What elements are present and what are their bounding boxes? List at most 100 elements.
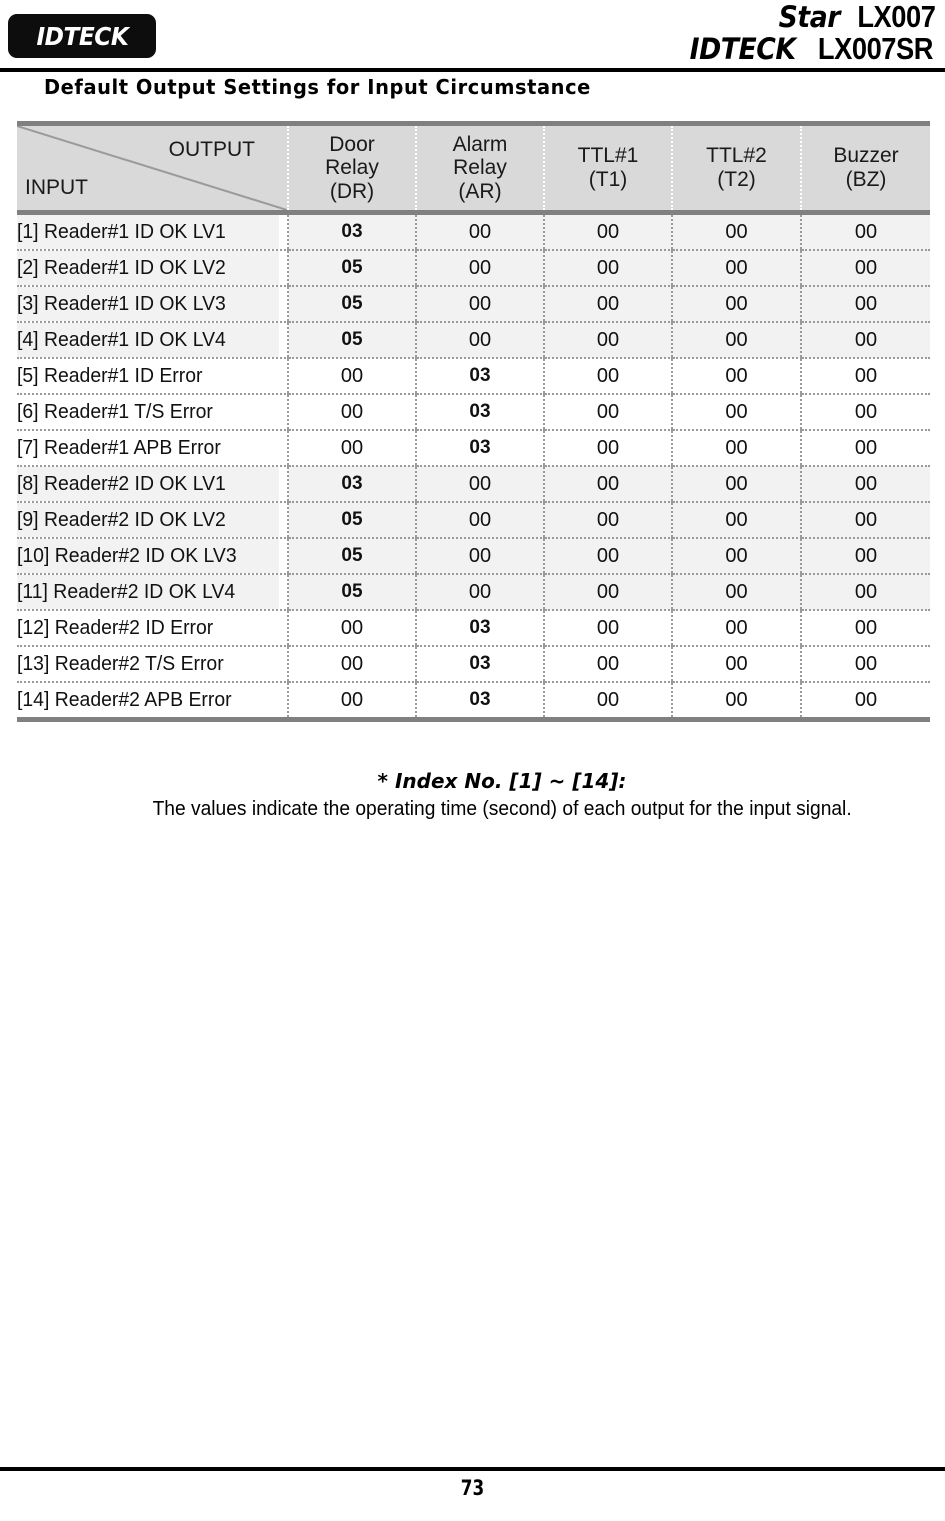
cell-ttl1: 00 (543, 646, 672, 683)
footnote-lead: * Index No. [1] ~ [14]: (377, 769, 627, 793)
header-divider (0, 68, 945, 72)
cell-door-relay: 00 (287, 682, 416, 717)
default-output-settings-table: OUTPUT INPUT Door Relay (DR) Alarm Relay… (17, 121, 930, 722)
header-ttl1-l2: (T1) (588, 168, 628, 191)
row-input-label: [12] Reader#2 ID Error (17, 610, 280, 647)
cell-ttl1: 00 (543, 502, 672, 539)
idteck-logo: IDTECK (8, 14, 156, 58)
header-buzzer-l2: (BZ) (845, 168, 887, 191)
cell-alarm-relay: 03 (415, 646, 544, 683)
cell-door-relay: 05 (287, 538, 416, 575)
cell-buzzer: 00 (800, 250, 930, 287)
star-wordmark: Star (778, 0, 841, 34)
cell-alarm-relay: 00 (415, 286, 544, 323)
table-bottom-border (17, 717, 930, 722)
table-row: [1] Reader#1 ID OK LV1 03 00 00 00 00 (17, 212, 930, 251)
cell-door-relay: 05 (287, 574, 416, 611)
row-input-label: [10] Reader#2 ID OK LV3 (17, 538, 280, 575)
cell-alarm-relay: 00 (415, 574, 544, 611)
model-identifier-block: Star LX007 IDTECK LX007SR (685, 1, 941, 64)
row-input-label: [6] Reader#1 T/S Error (17, 394, 280, 431)
row-input-label: [2] Reader#1 ID OK LV2 (17, 250, 280, 287)
cell-door-relay: 03 (287, 212, 416, 251)
header-door-relay-l2: Relay (325, 156, 379, 180)
cell-buzzer: 00 (800, 466, 930, 503)
cell-door-relay: 00 (287, 610, 416, 647)
cell-buzzer: 00 (800, 610, 930, 647)
cell-ttl2: 00 (671, 286, 801, 323)
model-lx007: LX007 (857, 0, 936, 34)
cell-ttl1: 00 (543, 466, 672, 503)
footnote: * Index No. [1] ~ [14]: The values indic… (62, 768, 942, 823)
cell-alarm-relay: 03 (415, 430, 544, 467)
cell-ttl1: 00 (543, 286, 672, 323)
cell-ttl2: 00 (671, 430, 801, 467)
cell-ttl2: 00 (671, 502, 801, 539)
cell-door-relay: 00 (287, 358, 416, 395)
cell-alarm-relay: 03 (415, 610, 544, 647)
cell-ttl1: 00 (543, 250, 672, 287)
table-row: [2] Reader#1 ID OK LV2 05 00 00 00 00 (17, 250, 930, 287)
cell-buzzer: 00 (800, 574, 930, 611)
cell-ttl2: 00 (671, 394, 801, 431)
cell-alarm-relay: 00 (415, 466, 544, 503)
row-input-label: [9] Reader#2 ID OK LV2 (17, 502, 280, 539)
header-alarm-relay-l3: (AR) (458, 179, 502, 203)
cell-ttl2: 00 (671, 466, 801, 503)
header-door-relay-l1: Door (329, 132, 375, 156)
footer-divider (0, 1467, 945, 1471)
header-door-relay: Door Relay (DR) (287, 121, 416, 215)
cell-buzzer: 00 (800, 682, 930, 717)
cell-ttl2: 00 (671, 574, 801, 611)
cell-ttl2: 00 (671, 682, 801, 717)
cell-alarm-relay: 00 (415, 502, 544, 539)
idteck-wordmark: IDTECK (689, 31, 796, 66)
cell-ttl1: 00 (543, 358, 672, 395)
cell-ttl1: 00 (543, 212, 672, 251)
row-input-label: [8] Reader#2 ID OK LV1 (17, 466, 280, 503)
cell-buzzer: 00 (800, 322, 930, 359)
cell-alarm-relay: 03 (415, 394, 544, 431)
cell-alarm-relay: 03 (415, 358, 544, 395)
header-alarm-relay-l1: Alarm (452, 132, 508, 156)
cell-buzzer: 00 (800, 212, 930, 251)
cell-door-relay: 05 (287, 286, 416, 323)
cell-alarm-relay: 00 (415, 322, 544, 359)
model-line-star-lx007: Star LX007 (685, 1, 941, 33)
cell-buzzer: 00 (800, 430, 930, 467)
cell-ttl2: 00 (671, 250, 801, 287)
model-line-idteck-lx007sr: IDTECK LX007SR (685, 31, 941, 66)
cell-ttl2: 00 (671, 646, 801, 683)
header-ttl2: TTL#2 (T2) (671, 121, 801, 215)
header-buzzer: Buzzer (BZ) (800, 121, 930, 215)
cell-buzzer: 00 (800, 394, 930, 431)
header-buzzer-l1: Buzzer (833, 144, 899, 168)
cell-buzzer: 00 (800, 358, 930, 395)
table-row: [11] Reader#2 ID OK LV4 05 00 00 00 00 (17, 574, 930, 611)
table-row: [5] Reader#1 ID Error 00 03 00 00 00 (17, 358, 930, 395)
table-row: [14] Reader#2 APB Error 00 03 00 00 00 (17, 682, 930, 717)
cell-ttl1: 00 (543, 574, 672, 611)
table-row: [7] Reader#1 APB Error 00 03 00 00 00 (17, 430, 930, 467)
table-row: [6] Reader#1 T/S Error 00 03 00 00 00 (17, 394, 930, 431)
row-input-label: [7] Reader#1 APB Error (17, 430, 280, 467)
row-input-label: [5] Reader#1 ID Error (17, 358, 280, 395)
header-door-relay-l3: (DR) (329, 179, 375, 203)
table-row: [13] Reader#2 T/S Error 00 03 00 00 00 (17, 646, 930, 683)
table-header-row: OUTPUT INPUT Door Relay (DR) Alarm Relay… (17, 121, 930, 215)
cell-door-relay: 05 (287, 322, 416, 359)
page-number: 73 (460, 1476, 485, 1500)
cell-door-relay: 03 (287, 466, 416, 503)
cell-alarm-relay: 00 (415, 212, 544, 251)
table-row: [8] Reader#2 ID OK LV1 03 00 00 00 00 (17, 466, 930, 503)
header-ttl2-l2: (T2) (717, 168, 756, 191)
table-row: [10] Reader#2 ID OK LV3 05 00 00 00 00 (17, 538, 930, 575)
cell-door-relay: 05 (287, 250, 416, 287)
table-row: [9] Reader#2 ID OK LV2 05 00 00 00 00 (17, 502, 930, 539)
section-title: Default Output Settings for Input Circum… (44, 75, 591, 99)
header-ttl1-l1: TTL#1 (577, 144, 639, 168)
row-input-label: [4] Reader#1 ID OK LV4 (17, 322, 280, 359)
page-header: IDTECK Star LX007 IDTECK LX007SR (0, 0, 945, 72)
cell-buzzer: 00 (800, 286, 930, 323)
row-input-label: [13] Reader#2 T/S Error (17, 646, 280, 683)
